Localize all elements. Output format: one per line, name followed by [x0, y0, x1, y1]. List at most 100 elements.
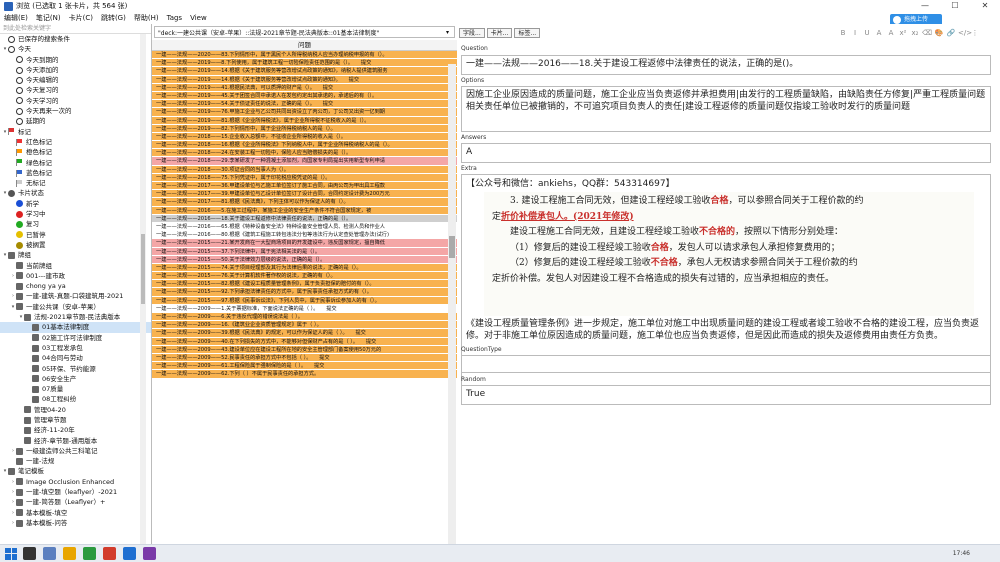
sidebar-item[interactable]: 绿色标记	[0, 158, 151, 168]
clear-format-icon[interactable]: ⌫	[922, 29, 932, 37]
sidebar-item[interactable]: ▾ 一建公共课（安卓-苹果）	[0, 302, 151, 312]
card-row[interactable]: 一建——法规——2009——39.根据《民法典》的规定，可以作为保证人的是（ ）…	[152, 329, 457, 338]
card-row[interactable]: 一建——法规——2019——81.根据《企业所得税法》，属于企业所得税不征税收入…	[152, 116, 457, 125]
card-row[interactable]: 一建——法规——2015——37.下列法律中，属于宪法相关法的是（）。	[152, 247, 457, 256]
anki-icon[interactable]	[143, 547, 156, 560]
card-row[interactable]: 一建——法规——2018——16.根据《企业所得税法》下列纳税人中，属于企业所得…	[152, 141, 457, 150]
sidebar-item[interactable]: 被搁置	[0, 240, 151, 250]
sidebar-item[interactable]: 管理章节题	[0, 415, 151, 425]
answers-field[interactable]: A	[461, 143, 991, 163]
card-row[interactable]: 一建——法规——2016——18.关于建设工程返修中法律责任的说法，正确的是（）…	[152, 214, 457, 223]
sidebar-item[interactable]: ▾ 笔记模板	[0, 466, 151, 476]
sidebar-item[interactable]: 08工程纠纷	[0, 394, 151, 404]
card-row[interactable]: 一建——法规——2015——50.关于法律效力层级的说法，正确的是（）。	[152, 255, 457, 264]
card-row[interactable]: 一建——法规——2015——21.某开发商在一大型商场项目的开发建设中，违反国家…	[152, 239, 457, 248]
sidebar-item[interactable]: 管理04-20	[0, 405, 151, 415]
menu-go[interactable]: 跳转(G)	[101, 13, 126, 23]
card-row[interactable]: 一建——法规——2016——5.在施工过程中，某施工企业的安全生产条件不符合国家…	[152, 206, 457, 215]
sidebar-item[interactable]: 经济-章节题-通用版本	[0, 436, 151, 446]
file-explorer-icon[interactable]	[63, 547, 76, 560]
search-input[interactable]: "deck:一建公共课（安卓-苹果）::法规-2021章节题-民法典版本::01…	[155, 28, 446, 37]
minimize-button[interactable]: —	[910, 0, 940, 12]
subscript-icon[interactable]: x₂	[910, 29, 920, 37]
card-row[interactable]: 一建——法规——2015——82.根据《建设工程质量管理条例》，属于负责担保的赔…	[152, 280, 457, 289]
link-icon[interactable]: 🔗	[946, 29, 956, 37]
card-row[interactable]: 一建——法规——2009——40.在下列损失的方式中，不能够对但保财产占有的是（…	[152, 337, 457, 346]
card-row[interactable]: 一建——法规——2016——65.根据《特种设备安全法》特种设备安全管理人员、检…	[152, 222, 457, 232]
sidebar-item[interactable]: 红色标记	[0, 137, 151, 147]
sidebar-item[interactable]: ▾ 牌组	[0, 250, 151, 260]
sidebar-item[interactable]: 复习	[0, 219, 151, 229]
card-row[interactable]: 一建——法规——2009——43.建设单位应在建设工程所在地的安全主管理部门备案…	[152, 345, 457, 354]
card-row[interactable]: 一建——法规——2019——14.根据《关于建筑服务等营改增试点政策的通知》。 …	[152, 75, 457, 84]
menu-cards[interactable]: 卡片(C)	[69, 13, 93, 23]
card-row[interactable]: 一建——法规——2018——15.企业收入总额中，不征收企业所得税的收入是（）。	[152, 132, 457, 142]
sidebar-item[interactable]: 无标记	[0, 178, 151, 188]
menu-notes[interactable]: 笔记(N)	[36, 13, 61, 23]
card-row[interactable]: 一建——法规——2018——29.李某研发了一种混凝土添加剂，向国家专利局提出实…	[152, 157, 457, 166]
wps-icon[interactable]	[103, 547, 116, 560]
sidebar-item[interactable]: ▾ 标记	[0, 127, 151, 137]
card-row[interactable]: 一建——法规——2018——24.在安装工程一切险中，保险人应当赔偿损失的是（）…	[152, 149, 457, 158]
card-row[interactable]: 一建——法规——2017——81.根据《民法典》，下列主体可以作为保证人的有（）…	[152, 198, 457, 207]
sidebar-item[interactable]: › 一级建造师公共三科笔记	[0, 446, 151, 456]
sidebar-filter-input[interactable]: 到此处检索关键字	[0, 24, 151, 34]
sidebar-item[interactable]: 07质量	[0, 384, 151, 394]
sidebar-item[interactable]: › 一建-建筑-真题-口袋建筑用-2021	[0, 291, 151, 301]
questiontype-field[interactable]	[461, 355, 991, 373]
sidebar-item[interactable]: › 001---建市政	[0, 271, 151, 281]
card-row[interactable]: 一建——法规——2019——41.根据民法典，可以质押的财产是（）。 提交	[152, 83, 457, 92]
sidebar-item[interactable]: 蓝色标记	[0, 168, 151, 178]
card-row[interactable]: 一建——法规——2017——39.甲建设单位与乙设计单位签订了设计合同，合同约定…	[152, 190, 457, 199]
card-row[interactable]: 一建——法规——2019——45.关于团签合同中承诺人在发包约定出其承诺的，承诺…	[152, 91, 457, 101]
clock[interactable]: 17:46	[953, 547, 970, 560]
text-color-icon[interactable]: A	[874, 29, 884, 37]
sidebar-item[interactable]: 今天再来一次的	[0, 106, 151, 116]
card-row[interactable]: 一建——法规——2015——76.关于计算机软件著作权的说法，正确的有（）。	[152, 272, 457, 281]
sidebar-item[interactable]: › 基本模板-问答	[0, 518, 151, 528]
sidebar-scrollbar[interactable]	[140, 34, 146, 544]
sidebar-item[interactable]: › Image Occlusion Enhanced	[0, 477, 151, 487]
card-row[interactable]: 一建——法规——2019——14.根据《关于建筑服务等营改增试点政策的通知》，纳…	[152, 67, 457, 76]
browser-icon[interactable]	[83, 547, 96, 560]
italic-icon[interactable]: I	[850, 29, 860, 37]
sidebar-item[interactable]: 一建-法规	[0, 456, 151, 466]
list-scrollbar[interactable]	[448, 64, 456, 544]
sidebar-item[interactable]: 03工程发承包	[0, 343, 151, 353]
search-bar[interactable]: "deck:一建公共课（安卓-苹果）::法规-2021章节题-民法典版本::01…	[154, 26, 455, 38]
card-row[interactable]: 一建——法规——2020——83.下列情形中，属于黑民个人所得税纳税人应当办理纳…	[152, 51, 457, 60]
card-row[interactable]: 一建——法规——2015——74.关于项目经理部及其行为法律后果的说法，正确的是…	[152, 263, 457, 273]
card-row[interactable]: 一建——法规——2009——61.工程保险属于强制保险的是（ ）。 提交	[152, 362, 457, 371]
list-scroll-thumb[interactable]	[449, 236, 455, 258]
search-icon[interactable]	[23, 547, 36, 560]
sidebar-item[interactable]: 橙色标记	[0, 147, 151, 157]
html-icon[interactable]: </>	[958, 29, 972, 37]
sidebar-item[interactable]: 04合同与劳动	[0, 353, 151, 363]
sidebar-item[interactable]: › 一建-填空题（leaflyer）-2021	[0, 487, 151, 497]
word-icon[interactable]	[123, 547, 136, 560]
sidebar-item[interactable]: ▾ 法规-2021章节题-民法典版本	[0, 312, 151, 322]
card-row[interactable]: 一建——法规——2009——6.关于违反代理的错误说法是（ ）。	[152, 313, 457, 322]
sidebar-item[interactable]: 05环保、节约能源	[0, 364, 151, 374]
windows-start-icon[interactable]	[5, 547, 17, 560]
card-row[interactable]: 一建——法规——2015——97.根据《民事诉讼法》，下列人员中，属于民事诉讼参…	[152, 296, 457, 305]
cards-button[interactable]: 卡片...	[486, 28, 513, 38]
maximize-button[interactable]: ☐	[940, 0, 970, 12]
palette-icon[interactable]: 🎨	[934, 29, 944, 37]
sidebar-item[interactable]: 今天编辑的	[0, 75, 151, 85]
menu-help[interactable]: 帮助(H)	[134, 13, 159, 23]
sidebar-item[interactable]: 已暂停	[0, 230, 151, 240]
card-row[interactable]: 一建——法规——2018——30.项证合同的当事人为（）。	[152, 165, 457, 174]
sidebar-item[interactable]: 01基本法律制度	[0, 322, 151, 333]
sidebar-item[interactable]: 当前牌组	[0, 261, 151, 271]
sidebar-item[interactable]: chong ya ya	[0, 281, 151, 291]
sidebar-scroll-thumb[interactable]	[141, 234, 145, 304]
card-row[interactable]: 一建——法规——2015——92.下列承担法律责任的方式中，属于民事责任承担方式…	[152, 288, 457, 297]
random-field[interactable]: True	[461, 385, 991, 405]
options-field[interactable]: 因施工企业原因造成的质量问题，施工企业应当负责返修并承担费用|由发行的工程质量缺…	[461, 86, 991, 132]
fields-button[interactable]: 字段...	[459, 28, 485, 38]
card-row[interactable]: 一建——法规——2016——80.根据《建筑工程施工转包违法分包等违法行为认定查…	[152, 231, 457, 240]
card-row[interactable]: 一建——法规——2017——36.甲建设单位与乙施工单位签订了施工合同，由丙公司…	[152, 182, 457, 191]
card-row[interactable]: 一建——法规——2019——76.甲施工企业与乙公司共同出资设立了丙公司，丁公司…	[152, 108, 457, 117]
card-row[interactable]: 一建——法规——2019——54.关于债证责任的说法，正确的是（）。 提交	[152, 100, 457, 109]
